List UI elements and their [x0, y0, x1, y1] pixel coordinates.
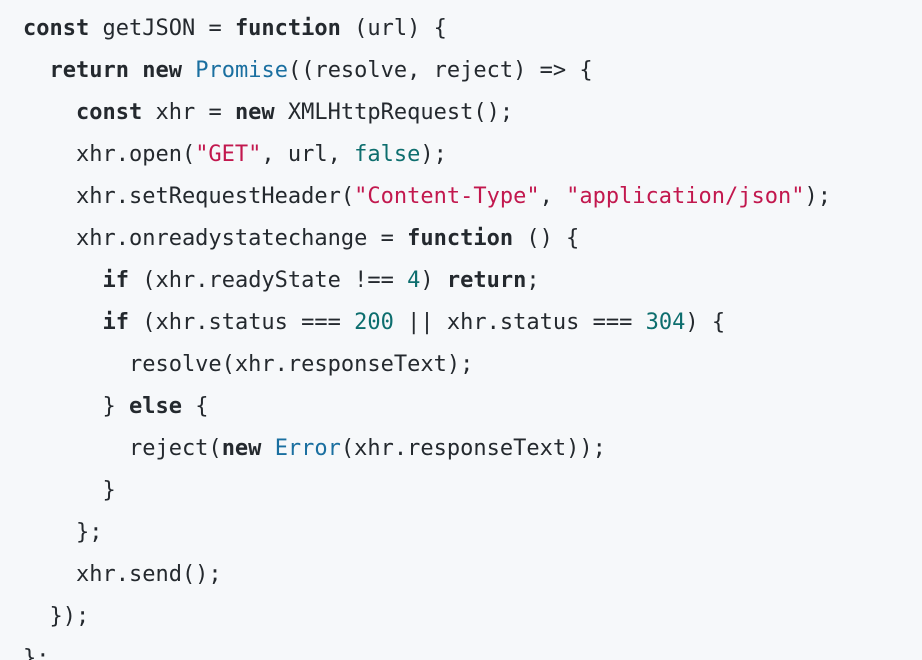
- code-line: resolve(xhr.responseText);: [23, 344, 922, 386]
- code-token-num: 4: [407, 268, 421, 293]
- code-line: xhr.onreadystatechange = function () {: [23, 218, 922, 260]
- code-token-plain: || xhr.status ===: [393, 310, 646, 335]
- code-token-plain: (url) {: [340, 16, 447, 41]
- code-token-plain: ,: [539, 184, 567, 209]
- code-line: reject(new Error(xhr.responseText));: [23, 428, 922, 470]
- code-token-plain: XMLHttpRequest();: [274, 100, 514, 125]
- code-line: xhr.open("GET", url, false);: [23, 134, 922, 176]
- code-token-kw: function: [234, 16, 341, 41]
- code-token-plain: }: [23, 478, 116, 503]
- code-token-kw: return: [446, 268, 527, 293]
- code-line: const xhr = new XMLHttpRequest();: [23, 92, 922, 134]
- code-line: };: [23, 512, 922, 554]
- code-line: };: [23, 638, 922, 660]
- code-token-plain: getJSON =: [89, 16, 235, 41]
- code-token-plain: ) {: [685, 310, 726, 335]
- code-line: const getJSON = function (url) {: [23, 8, 922, 50]
- code-token-kw: function: [407, 226, 514, 251]
- code-token-plain: }: [23, 394, 129, 419]
- code-token-num: 304: [645, 310, 686, 335]
- code-token-kw: if: [102, 268, 129, 293]
- code-token-builtin: Error: [274, 436, 341, 461]
- code-token-plain: (xhr.responseText));: [340, 436, 606, 461]
- code-token-bool: false: [354, 142, 421, 167]
- code-line: } else {: [23, 386, 922, 428]
- code-line: }: [23, 470, 922, 512]
- code-token-kw: const: [75, 100, 143, 125]
- code-token-str: "application/json": [566, 184, 805, 209]
- code-block: const getJSON = function (url) { return …: [0, 0, 922, 660]
- code-token-kw: new: [221, 436, 262, 461]
- code-token-plain: reject(: [23, 436, 222, 461]
- code-token-kw: else: [128, 394, 182, 419]
- code-line: if (xhr.readyState !== 4) return;: [23, 260, 922, 302]
- code-token-plain: xhr.setRequestHeader(: [23, 184, 355, 209]
- code-token-kw: return: [49, 58, 129, 83]
- code-token-plain: });: [23, 604, 90, 629]
- code-token-plain: () {: [513, 226, 580, 251]
- code-token-plain: };: [23, 646, 50, 660]
- code-token-num: 200: [354, 310, 394, 335]
- code-token-plain: );: [804, 184, 832, 209]
- code-line: });: [23, 596, 922, 638]
- code-token-plain: );: [420, 142, 447, 167]
- code-token-plain: ): [420, 268, 447, 293]
- code-line: if (xhr.status === 200 || xhr.status ===…: [23, 302, 922, 344]
- code-token-plain: (xhr.readyState !==: [128, 268, 408, 293]
- code-line: xhr.send();: [23, 554, 922, 596]
- code-token-str: "GET": [195, 142, 262, 167]
- code-token-plain: };: [23, 520, 103, 545]
- code-token-plain: xhr =: [142, 100, 235, 125]
- code-line: xhr.setRequestHeader("Content-Type", "ap…: [23, 176, 922, 218]
- code-token-plain: (xhr.status ===: [128, 310, 355, 335]
- code-token-plain: , url,: [261, 142, 355, 167]
- code-token-str: "Content-Type": [354, 184, 540, 209]
- code-token-plain: {: [181, 394, 209, 419]
- code-token-plain: xhr.send();: [23, 562, 222, 587]
- code-token-kw: new: [142, 58, 182, 83]
- code-line: return new Promise((resolve, reject) => …: [23, 50, 922, 92]
- code-token-kw: new: [234, 100, 275, 125]
- code-token-kw: const: [23, 16, 90, 41]
- code-token-kw: if: [102, 310, 129, 335]
- code-token-plain: xhr.onreadystatechange =: [23, 226, 408, 251]
- code-token-plain: xhr.open(: [23, 142, 196, 167]
- code-token-plain: ((resolve, reject) => {: [287, 58, 593, 83]
- code-token-plain: ;: [526, 268, 540, 293]
- code-token-plain: resolve(xhr.responseText);: [23, 352, 474, 377]
- code-lines: const getJSON = function (url) { return …: [23, 8, 922, 660]
- code-token-builtin: Promise: [195, 58, 288, 83]
